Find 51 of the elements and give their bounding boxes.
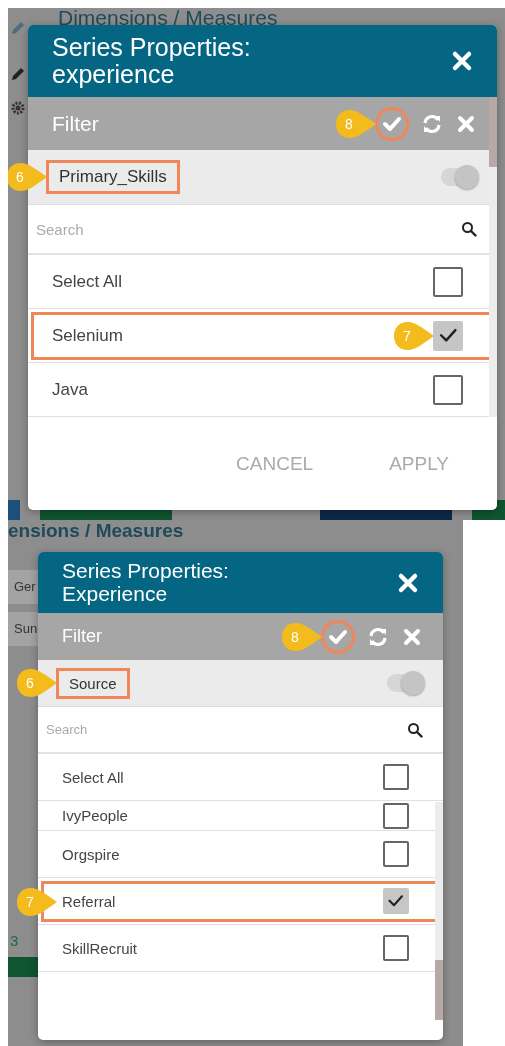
option-row[interactable]: Selenium 7: [28, 309, 497, 363]
value-label: 3: [10, 932, 19, 949]
scrollbar[interactable]: [435, 802, 443, 1020]
search-field[interactable]: Search: [34, 219, 461, 239]
checkbox[interactable]: [433, 266, 463, 297]
close-icon[interactable]: [451, 50, 473, 72]
checkbox[interactable]: [433, 320, 463, 351]
gear-icon: [10, 100, 26, 116]
checkbox[interactable]: [383, 764, 409, 790]
option-label: IvyPeople: [62, 807, 128, 824]
option-row[interactable]: Select All: [38, 754, 443, 801]
scrollbar[interactable]: [489, 97, 497, 417]
step-marker: 6: [8, 162, 48, 192]
option-label: Select All: [52, 271, 122, 292]
option-label: Select All: [62, 768, 124, 786]
checkbox[interactable]: [383, 935, 409, 961]
dialog-title: Series Properties: Experience: [62, 559, 230, 606]
step-marker: 7: [393, 320, 435, 351]
close-icon[interactable]: [397, 571, 419, 594]
checkbox[interactable]: [433, 374, 463, 405]
toggle-switch[interactable]: [387, 674, 423, 692]
search-icon[interactable]: [461, 221, 477, 237]
search-field[interactable]: Search: [44, 721, 407, 738]
check-icon[interactable]: [375, 106, 409, 141]
search-icon[interactable]: [407, 721, 423, 738]
section-heading: Dimensions / Measures: [58, 8, 278, 30]
dialog-title: Series Properties: experience: [52, 34, 252, 88]
toggle-switch[interactable]: [441, 168, 477, 186]
option-label: SkillRecruit: [62, 939, 137, 957]
step-marker: 7: [16, 886, 58, 917]
option-label: Java: [52, 379, 88, 400]
option-label: Referral: [62, 892, 116, 910]
pencil-icon: [10, 66, 26, 82]
pencil-icon: [10, 20, 26, 36]
filter-title: Filter: [52, 111, 99, 136]
option-label: Orgspire: [62, 845, 120, 863]
section-heading: ensions / Measures: [8, 520, 184, 542]
field-name: Primary_Skills: [46, 160, 180, 194]
field-name: Source: [56, 667, 130, 699]
option-label: Selenium: [52, 325, 123, 346]
checkbox[interactable]: [383, 888, 409, 914]
checkbox[interactable]: [383, 841, 409, 867]
chart-bar: [8, 500, 20, 520]
check-icon[interactable]: [321, 619, 355, 654]
option-row[interactable]: Referral: [38, 878, 443, 925]
chart-bar: [8, 957, 38, 977]
step-marker: 6: [16, 668, 58, 698]
step-marker: 8: [281, 621, 323, 652]
filter-title: Filter: [62, 626, 102, 647]
checkbox[interactable]: [383, 802, 409, 829]
step-marker: 8: [335, 108, 377, 139]
